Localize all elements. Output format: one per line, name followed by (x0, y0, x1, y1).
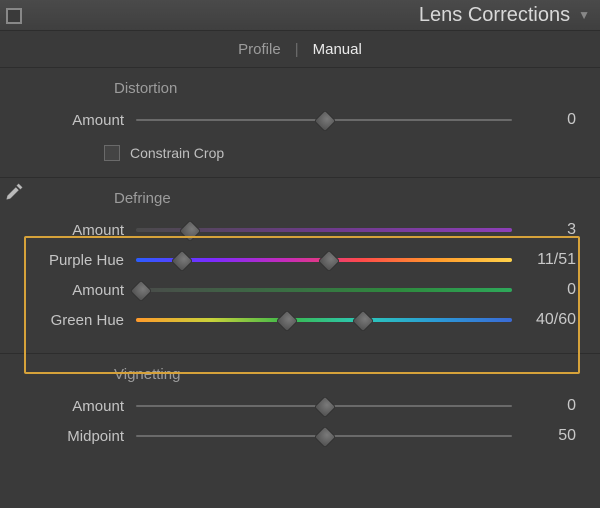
tab-manual[interactable]: Manual (299, 41, 376, 58)
slider-thumb[interactable] (178, 220, 201, 243)
panel-title: Lens Corrections (419, 4, 570, 27)
defringe-value: 40/60 (512, 311, 576, 329)
slider-thumb[interactable] (314, 426, 337, 449)
slider-thumb[interactable] (317, 250, 340, 273)
vignetting-label: Amount (24, 398, 136, 415)
distortion-amount-label: Amount (24, 112, 136, 129)
distortion-amount-slider[interactable] (136, 112, 512, 128)
defringe-row-1: Purple Hue 11/51 (24, 245, 576, 275)
section-title-distortion: Distortion (114, 80, 576, 97)
panel-toggle-icon[interactable] (6, 8, 22, 24)
vignetting-label: Midpoint (24, 428, 136, 445)
slider-thumb[interactable] (314, 110, 337, 133)
constrain-crop-checkbox[interactable] (104, 145, 120, 161)
constrain-crop-row: Constrain Crop (104, 139, 576, 167)
distortion-amount-value: 0 (512, 111, 576, 129)
slider-thumb[interactable] (171, 250, 194, 273)
defringe-slider[interactable] (136, 252, 512, 268)
panel-header: Lens Corrections ▼ (0, 0, 600, 31)
eyedropper-icon[interactable] (0, 176, 30, 208)
collapse-icon[interactable]: ▼ (578, 8, 590, 22)
tab-profile[interactable]: Profile (224, 41, 295, 58)
defringe-slider[interactable] (136, 282, 512, 298)
vignetting-row-0: Amount 0 (24, 391, 576, 421)
defringe-row-3: Green Hue 40/60 (24, 305, 576, 335)
vignetting-slider[interactable] (136, 428, 512, 444)
vignetting-value: 0 (512, 397, 576, 415)
slider-thumb[interactable] (314, 396, 337, 419)
vignetting-row-1: Midpoint 50 (24, 421, 576, 451)
defringe-label: Purple Hue (24, 252, 136, 269)
slider-thumb[interactable] (351, 310, 374, 333)
defringe-value: 3 (512, 221, 576, 239)
defringe-value: 11/51 (512, 251, 576, 269)
defringe-label: Green Hue (24, 312, 136, 329)
slider-thumb[interactable] (276, 310, 299, 333)
section-title-defringe: Defringe (114, 190, 576, 207)
defringe-row-0: Amount 3 (24, 215, 576, 245)
tab-bar: Profile | Manual (0, 31, 600, 68)
vignetting-slider[interactable] (136, 398, 512, 414)
section-title-vignetting: Vignetting (114, 366, 576, 383)
vignetting-value: 50 (512, 427, 576, 445)
defringe-slider[interactable] (136, 222, 512, 238)
defringe-value: 0 (512, 281, 576, 299)
section-defringe: Defringe Amount 3 Purple Hue 11/51 Amount 0 Gr… (0, 178, 600, 354)
defringe-slider[interactable] (136, 312, 512, 328)
section-distortion: Distortion Amount 0 Constrain Crop (0, 68, 600, 178)
distortion-amount-row: Amount 0 (24, 105, 576, 135)
defringe-label: Amount (24, 282, 136, 299)
section-vignetting: Vignetting Amount 0 Midpoint 50 (0, 354, 600, 461)
defringe-row-2: Amount 0 (24, 275, 576, 305)
constrain-crop-label: Constrain Crop (130, 145, 224, 161)
defringe-label: Amount (24, 222, 136, 239)
